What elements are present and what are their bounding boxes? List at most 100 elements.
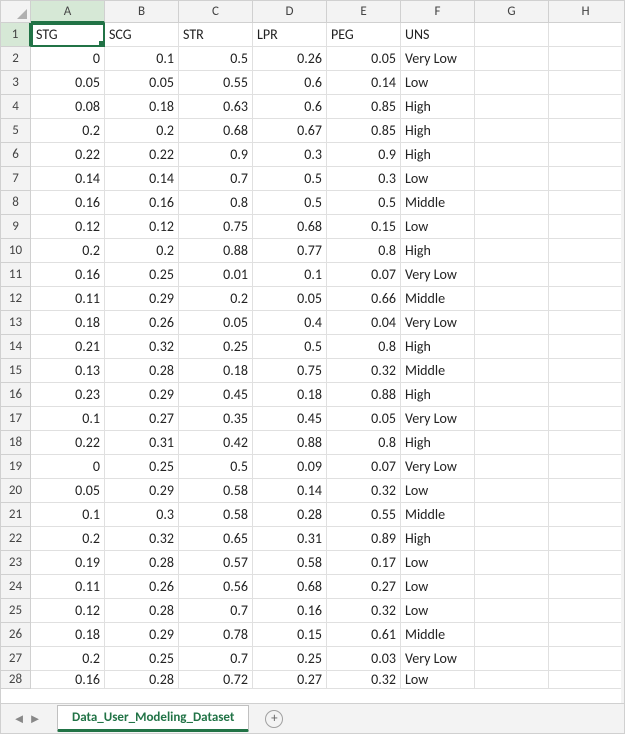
data-cell[interactable]: 0.3 xyxy=(327,167,401,191)
data-cell[interactable]: 0.45 xyxy=(253,407,327,431)
data-cell[interactable] xyxy=(549,647,623,671)
data-cell[interactable]: 0.14 xyxy=(105,167,179,191)
data-cell[interactable]: 0.88 xyxy=(327,383,401,407)
data-cell[interactable]: Low xyxy=(401,479,475,503)
data-cell[interactable]: Middle xyxy=(401,191,475,215)
data-cell[interactable] xyxy=(475,191,549,215)
data-cell[interactable]: 0.5 xyxy=(253,335,327,359)
data-cell[interactable]: 0.31 xyxy=(253,527,327,551)
data-cell[interactable]: 0.2 xyxy=(31,239,105,263)
data-cell[interactable]: Very Low xyxy=(401,647,475,671)
data-cell[interactable]: 0.19 xyxy=(31,551,105,575)
data-cell[interactable]: 0.88 xyxy=(179,239,253,263)
data-cell[interactable]: 0.32 xyxy=(327,599,401,623)
data-cell[interactable]: 0.72 xyxy=(179,671,253,689)
data-cell[interactable] xyxy=(549,215,623,239)
data-cell[interactable] xyxy=(549,671,623,689)
data-cell[interactable]: 0.14 xyxy=(31,167,105,191)
data-cell[interactable]: 0.28 xyxy=(105,359,179,383)
data-cell[interactable]: 0.11 xyxy=(31,575,105,599)
header-cell[interactable] xyxy=(549,23,623,47)
row-header[interactable]: 19 xyxy=(1,455,31,479)
data-cell[interactable] xyxy=(475,95,549,119)
data-cell[interactable]: Middle xyxy=(401,359,475,383)
data-cell[interactable]: Middle xyxy=(401,503,475,527)
data-cell[interactable] xyxy=(549,335,623,359)
data-cell[interactable]: 0.1 xyxy=(31,407,105,431)
row-header[interactable]: 25 xyxy=(1,599,31,623)
data-cell[interactable]: 0.2 xyxy=(105,119,179,143)
data-cell[interactable] xyxy=(475,71,549,95)
data-cell[interactable] xyxy=(549,167,623,191)
data-cell[interactable]: 0.29 xyxy=(105,479,179,503)
data-cell[interactable]: High xyxy=(401,143,475,167)
data-cell[interactable]: Low xyxy=(401,167,475,191)
data-cell[interactable]: 0.25 xyxy=(105,455,179,479)
data-cell[interactable]: 0.65 xyxy=(179,527,253,551)
data-cell[interactable]: 0.18 xyxy=(31,623,105,647)
row-header[interactable]: 24 xyxy=(1,575,31,599)
data-cell[interactable]: 0.25 xyxy=(179,335,253,359)
data-cell[interactable]: 0.16 xyxy=(105,191,179,215)
data-cell[interactable]: Very Low xyxy=(401,455,475,479)
data-cell[interactable]: 0 xyxy=(31,47,105,71)
row-header[interactable]: 22 xyxy=(1,527,31,551)
tab-nav-prev-icon[interactable]: ◄ xyxy=(11,711,27,727)
data-cell[interactable]: 0.28 xyxy=(105,599,179,623)
data-cell[interactable]: 0.26 xyxy=(105,575,179,599)
data-cell[interactable]: 0.08 xyxy=(31,95,105,119)
row-header[interactable]: 7 xyxy=(1,167,31,191)
data-cell[interactable]: 0.12 xyxy=(105,215,179,239)
data-cell[interactable] xyxy=(475,119,549,143)
row-header[interactable]: 14 xyxy=(1,335,31,359)
header-cell[interactable] xyxy=(475,23,549,47)
data-cell[interactable] xyxy=(475,575,549,599)
data-cell[interactable] xyxy=(549,47,623,71)
data-cell[interactable]: Low xyxy=(401,71,475,95)
data-cell[interactable] xyxy=(475,623,549,647)
data-cell[interactable]: 0.26 xyxy=(105,311,179,335)
data-cell[interactable]: 0.25 xyxy=(105,647,179,671)
row-header[interactable]: 2 xyxy=(1,47,31,71)
spreadsheet-grid[interactable]: ABCDEFGH1STGSCGSTRLPRPEGUNS200.10.50.260… xyxy=(1,1,624,689)
add-sheet-button[interactable]: + xyxy=(265,710,283,728)
data-cell[interactable]: 0.1 xyxy=(31,503,105,527)
data-cell[interactable]: 0.32 xyxy=(327,359,401,383)
header-cell[interactable]: STG xyxy=(31,23,105,47)
data-cell[interactable] xyxy=(549,407,623,431)
data-cell[interactable]: 0.01 xyxy=(179,263,253,287)
data-cell[interactable]: 0.75 xyxy=(179,215,253,239)
data-cell[interactable]: 0.16 xyxy=(253,599,327,623)
data-cell[interactable]: 0.27 xyxy=(105,407,179,431)
row-header[interactable]: 12 xyxy=(1,287,31,311)
data-cell[interactable]: High xyxy=(401,239,475,263)
data-cell[interactable]: 0.3 xyxy=(105,503,179,527)
column-header[interactable]: F xyxy=(401,1,475,23)
data-cell[interactable]: 0.5 xyxy=(179,455,253,479)
data-cell[interactable] xyxy=(475,383,549,407)
data-cell[interactable]: 0.22 xyxy=(31,431,105,455)
data-cell[interactable]: 0.5 xyxy=(179,47,253,71)
data-cell[interactable]: 0.11 xyxy=(31,287,105,311)
data-cell[interactable] xyxy=(475,263,549,287)
data-cell[interactable] xyxy=(549,551,623,575)
data-cell[interactable] xyxy=(475,479,549,503)
data-cell[interactable]: 0.67 xyxy=(253,119,327,143)
data-cell[interactable]: Low xyxy=(401,551,475,575)
data-cell[interactable]: 0.14 xyxy=(253,479,327,503)
data-cell[interactable]: 0.12 xyxy=(31,599,105,623)
row-header[interactable]: 16 xyxy=(1,383,31,407)
data-cell[interactable]: 0.7 xyxy=(179,167,253,191)
data-cell[interactable] xyxy=(475,215,549,239)
data-cell[interactable] xyxy=(549,479,623,503)
data-cell[interactable]: 0.05 xyxy=(105,71,179,95)
header-cell[interactable]: STR xyxy=(179,23,253,47)
data-cell[interactable]: 0.18 xyxy=(179,359,253,383)
data-cell[interactable] xyxy=(475,167,549,191)
row-header[interactable]: 26 xyxy=(1,623,31,647)
data-cell[interactable]: 0.27 xyxy=(327,575,401,599)
data-cell[interactable]: 0.18 xyxy=(105,95,179,119)
data-cell[interactable]: 0.27 xyxy=(253,671,327,689)
data-cell[interactable]: Low xyxy=(401,215,475,239)
column-header[interactable]: H xyxy=(549,1,623,23)
